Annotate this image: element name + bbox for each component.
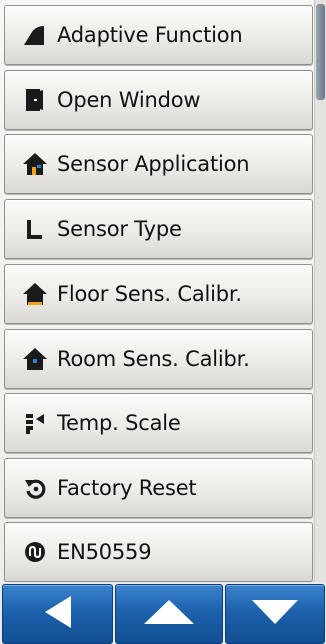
- menu-item-label: Factory Reset: [57, 476, 197, 500]
- menu-item-adaptive-function[interactable]: Adaptive Function: [4, 5, 313, 65]
- menu-item-label: Open Window: [57, 88, 201, 112]
- open-window-door-icon: [21, 86, 49, 114]
- down-arrow-icon: [250, 598, 300, 630]
- menu-item-label: Room Sens. Calibr.: [57, 347, 250, 371]
- menu-item-sensor-type[interactable]: Sensor Type: [4, 199, 313, 259]
- house-sensor-icon: [21, 150, 49, 178]
- back-button[interactable]: [2, 584, 113, 644]
- menu-item-label: Floor Sens. Calibr.: [57, 282, 242, 306]
- scroll-thumb[interactable]: [316, 4, 325, 100]
- menu-item-sensor-application[interactable]: Sensor Application: [4, 134, 313, 194]
- settings-screen: Adaptive Function Open Window Sensor App…: [0, 0, 326, 644]
- menu-item-floor-sens-calibr[interactable]: Floor Sens. Calibr.: [4, 264, 313, 324]
- reset-arrow-icon: [21, 474, 49, 502]
- temp-scale-icon: [21, 409, 49, 437]
- menu-item-factory-reset[interactable]: Factory Reset: [4, 458, 313, 518]
- l-shape-sensor-icon: [21, 215, 49, 243]
- scroll-up-button[interactable]: [115, 584, 223, 644]
- menu-item-label: Sensor Application: [57, 152, 250, 176]
- navigation-bar: [0, 582, 326, 644]
- menu-item-label: Sensor Type: [57, 217, 182, 241]
- menu-item-open-window[interactable]: Open Window: [4, 70, 313, 130]
- adaptive-wedge-icon: [21, 21, 49, 49]
- menu-item-en50559[interactable]: EN50559: [4, 522, 313, 582]
- en50559-icon: [21, 538, 49, 566]
- menu-item-room-sens-calibr[interactable]: Room Sens. Calibr.: [4, 329, 313, 389]
- menu-scrollbar[interactable]: [314, 0, 326, 582]
- up-arrow-icon: [142, 598, 196, 630]
- scroll-down-button[interactable]: [225, 584, 325, 644]
- house-room-icon: [21, 345, 49, 373]
- back-arrow-icon: [43, 595, 73, 633]
- house-floor-icon: [21, 280, 49, 308]
- menu-item-label: EN50559: [57, 540, 152, 564]
- menu-item-label: Adaptive Function: [57, 23, 243, 47]
- menu-item-temp-scale[interactable]: Temp. Scale: [4, 393, 313, 453]
- menu-item-label: Temp. Scale: [57, 411, 181, 435]
- settings-menu-list: Adaptive Function Open Window Sensor App…: [0, 0, 314, 582]
